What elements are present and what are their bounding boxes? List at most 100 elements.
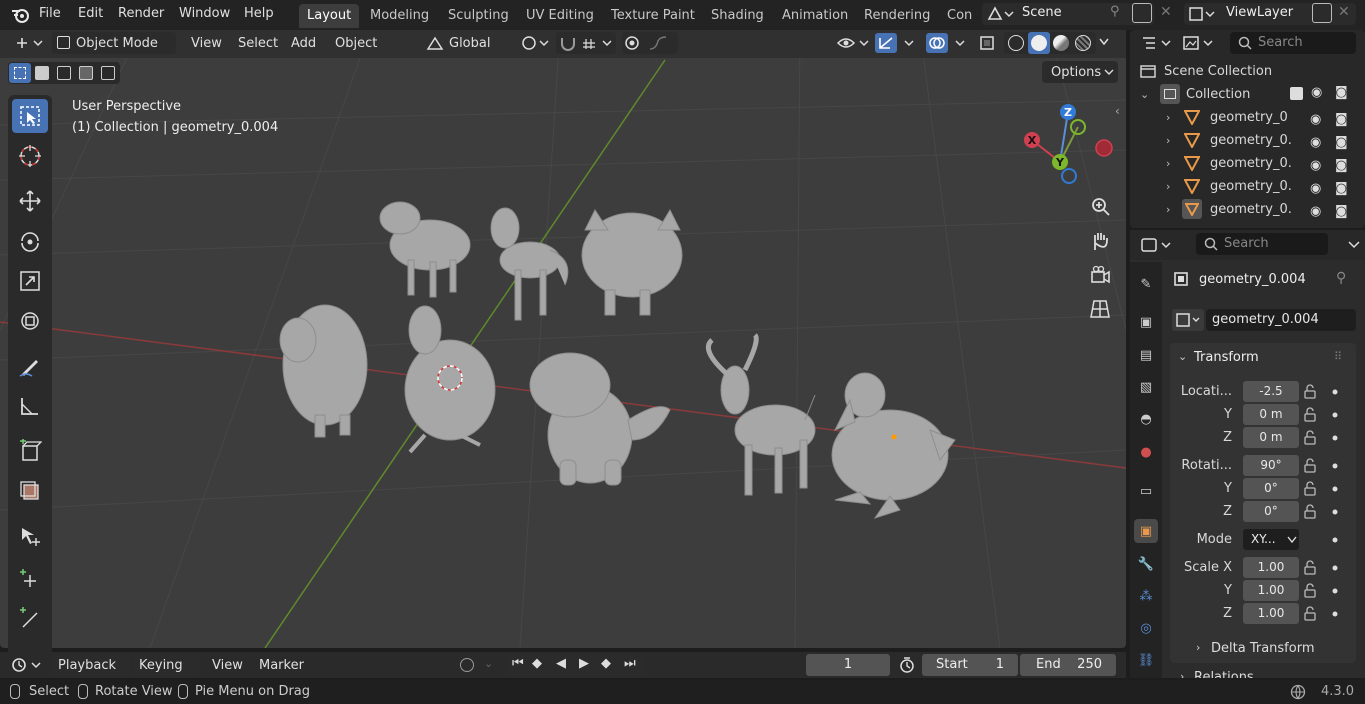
menu-add[interactable]: Add <box>291 36 316 51</box>
scene-name[interactable]: Scene <box>1022 5 1062 20</box>
scale-y-field[interactable]: 1.00 <box>1243 580 1299 601</box>
constraints-tab-icon[interactable]: ⛓ <box>1134 648 1158 672</box>
tool-origin[interactable] <box>12 519 48 553</box>
outliner-item-3[interactable]: › geometry_0. <box>1166 175 1292 197</box>
delta-transform-header[interactable]: Delta Transform <box>1211 641 1314 656</box>
zoom-button[interactable] <box>1086 193 1114 221</box>
playback-dropdown[interactable]: Playback <box>50 654 130 676</box>
select-subtract-icon[interactable] <box>57 66 71 80</box>
prev-keyframe-icon[interactable]: ◆ <box>532 656 542 671</box>
timeline-marker-menu[interactable]: Marker <box>259 658 304 673</box>
timeline-view-menu[interactable]: View <box>212 658 243 673</box>
expand-chevron-icon[interactable]: › <box>1166 180 1184 193</box>
scene-collection-row[interactable]: Scene Collection <box>1140 60 1272 82</box>
sidebar-toggle-icon[interactable]: ‹ <box>1115 104 1120 118</box>
proportional-editing-icon[interactable] <box>624 35 642 51</box>
tab-animation[interactable]: Animation <box>774 4 856 28</box>
tool-add-line[interactable] <box>12 602 48 636</box>
physics-tab-icon[interactable]: ◎ <box>1134 616 1158 640</box>
lock-icons[interactable] <box>1302 383 1320 623</box>
delta-expand-icon[interactable]: › <box>1196 641 1200 654</box>
tab-compositing[interactable]: Con <box>939 4 975 28</box>
jump-start-icon[interactable]: ⏮ <box>512 656 524 671</box>
new-scene-icon[interactable] <box>1132 3 1152 23</box>
tool-transform[interactable] <box>12 304 48 338</box>
unicorn-object[interactable] <box>490 207 569 321</box>
display-mode-icon[interactable] <box>1182 34 1216 52</box>
collection-render-icon[interactable]: ◙ <box>1335 85 1348 100</box>
sheep-object[interactable] <box>379 201 471 298</box>
tool-annotate[interactable] <box>12 349 48 383</box>
menu-help[interactable]: Help <box>244 6 274 21</box>
play-icon[interactable]: ▶ <box>579 656 589 671</box>
pivot-point-icon[interactable] <box>520 34 550 52</box>
new-viewlayer-icon[interactable] <box>1312 3 1332 23</box>
close-scene-icon[interactable]: ✕ <box>1160 4 1172 20</box>
perspective-toggle-button[interactable] <box>1086 295 1114 323</box>
end-frame-field[interactable]: End 250 <box>1020 654 1116 676</box>
keyframe-dots[interactable] <box>1330 383 1340 623</box>
menu-file[interactable]: File <box>39 6 61 21</box>
transform-collapse-icon[interactable]: ⌄ <box>1178 350 1187 363</box>
close-viewlayer-icon[interactable]: ✕ <box>1338 4 1350 20</box>
pan-button[interactable] <box>1086 227 1114 255</box>
chicken-object[interactable] <box>404 305 496 454</box>
panel-drag-icon[interactable]: ⠿ <box>1334 350 1342 363</box>
collection-tab-icon[interactable]: ▭ <box>1134 479 1158 503</box>
scene-tab-icon[interactable]: ◓ <box>1134 407 1158 431</box>
collection-expand-icon[interactable]: ⌄ <box>1140 88 1154 101</box>
network-globe-icon[interactable] <box>1290 684 1308 700</box>
rotation-x-field[interactable]: 90° <box>1243 455 1299 476</box>
collection-row[interactable]: ⌄ Collection <box>1140 83 1250 105</box>
scene-objects[interactable] <box>260 190 980 540</box>
menu-view[interactable]: View <box>191 36 222 51</box>
blender-logo-icon[interactable] <box>10 5 32 25</box>
outliner-editor-icon[interactable] <box>1140 34 1176 52</box>
select-invert-icon[interactable] <box>79 66 93 80</box>
menu-render[interactable]: Render <box>118 6 164 21</box>
collection-visibility-icon[interactable]: ◉ <box>1311 85 1322 100</box>
shading-dropdown-icon[interactable] <box>1098 36 1110 48</box>
play-reverse-icon[interactable]: ◀ <box>556 656 566 671</box>
location-y-field[interactable]: 0 m <box>1243 404 1299 425</box>
menu-select[interactable]: Select <box>238 36 278 51</box>
visibility-icon[interactable] <box>836 34 870 52</box>
pig-object[interactable] <box>581 208 683 316</box>
snap-magnet-icon[interactable] <box>559 35 579 51</box>
transform-header[interactable]: Transform <box>1194 350 1259 365</box>
navigation-gizmo[interactable]: Z X Y <box>1020 100 1120 190</box>
output-tab-icon[interactable]: ▤ <box>1134 343 1158 367</box>
render-tab-icon[interactable]: ▣ <box>1134 310 1158 334</box>
snap-increment-icon[interactable] <box>581 35 615 51</box>
relations-panel[interactable]: › Relations <box>1170 668 1356 678</box>
object-tab-icon[interactable]: ▣ <box>1134 519 1158 543</box>
pin-icon[interactable]: ⚲ <box>1110 4 1120 19</box>
auto-keying-icon[interactable] <box>460 658 474 672</box>
view-layer-tab-icon[interactable]: ▧ <box>1134 375 1158 399</box>
goat-object[interactable] <box>706 333 816 496</box>
rendered-shading-icon[interactable] <box>1075 35 1091 51</box>
viewlayer-name[interactable]: ViewLayer <box>1226 5 1293 20</box>
select-extend-icon[interactable] <box>35 66 49 80</box>
scale-z-field[interactable]: 1.00 <box>1243 603 1299 624</box>
outliner-render-icons[interactable]: ◙ ◙ ◙ ◙ ◙ <box>1335 108 1348 223</box>
particles-tab-icon[interactable]: ⁂ <box>1134 584 1158 608</box>
location-x-field[interactable]: -2.5 <box>1243 381 1299 402</box>
tab-rendering[interactable]: Rendering <box>856 4 938 28</box>
object-name-field[interactable]: geometry_0.004 <box>1206 309 1356 331</box>
keying-dropdown[interactable]: Keying <box>133 654 199 676</box>
tab-sculpting[interactable]: Sculpting <box>440 4 517 28</box>
collection-exclude-checkbox[interactable] <box>1290 87 1303 100</box>
tool-add-point[interactable] <box>12 564 48 598</box>
xray-icon[interactable] <box>978 34 998 52</box>
timeline-editor-icon[interactable] <box>10 656 44 674</box>
tab-layout[interactable]: Layout <box>299 4 360 28</box>
rotation-y-field[interactable]: 0° <box>1243 478 1299 499</box>
current-frame-field[interactable]: 1 <box>806 654 890 676</box>
tool-scale[interactable] <box>12 264 48 298</box>
orientation-value[interactable]: Global <box>449 36 490 51</box>
tab-texture-paint[interactable]: Texture Paint <box>603 4 703 28</box>
tool-transform-objects[interactable] <box>12 474 48 508</box>
cow-object[interactable] <box>279 304 368 438</box>
menu-object[interactable]: Object <box>335 36 377 51</box>
